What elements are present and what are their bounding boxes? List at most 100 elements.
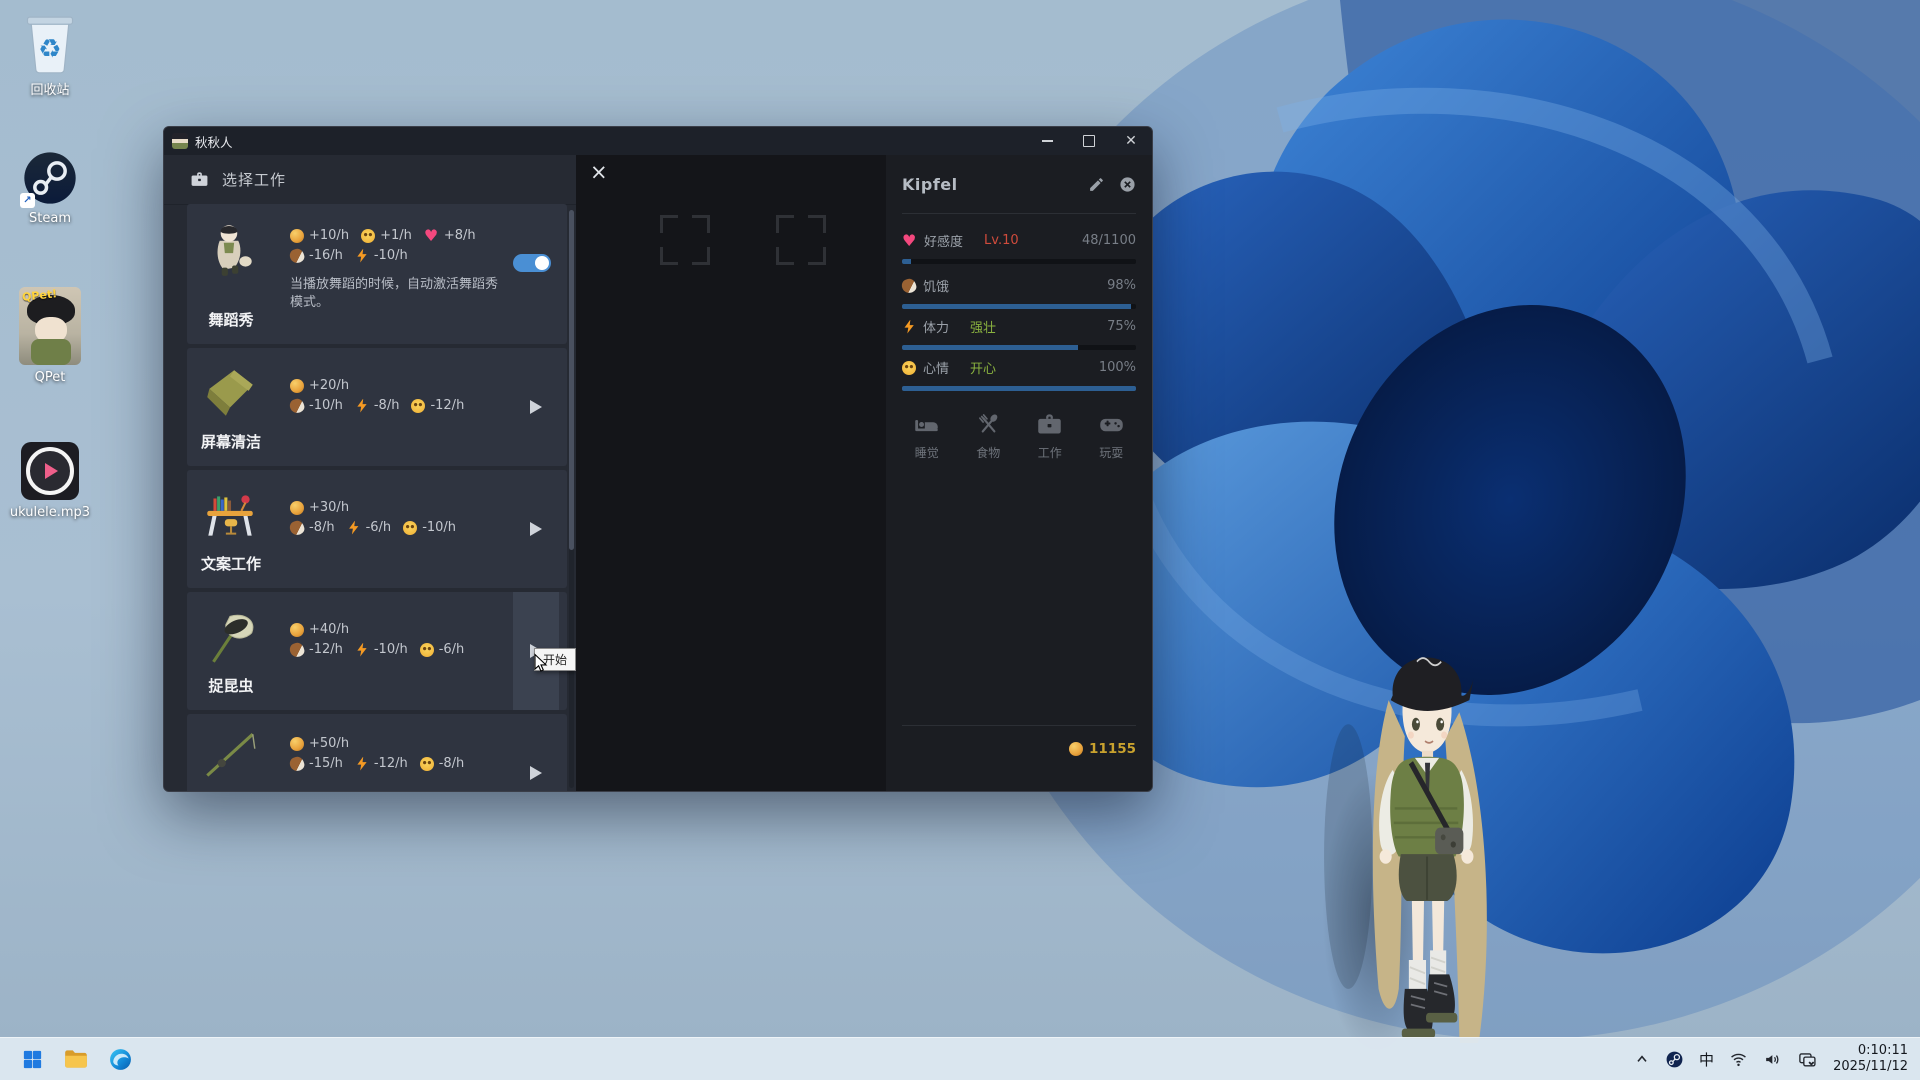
mood-icon bbox=[361, 229, 375, 243]
desktop-icon-qpet[interactable]: QPet! QPet bbox=[2, 287, 98, 385]
scrollbar-thumb[interactable] bbox=[569, 210, 574, 550]
towel-job-icon bbox=[199, 362, 261, 424]
stat-label: 饥饿 bbox=[923, 276, 949, 295]
money-value: 11155 bbox=[1089, 741, 1136, 757]
play-button[interactable]: 玩耍 bbox=[1081, 411, 1143, 461]
job-card-dance[interactable]: 舞蹈秀 +10/h +1/h +8/h -16/h -10/h bbox=[187, 204, 567, 344]
stat-label: 体力 bbox=[923, 317, 949, 336]
food-button[interactable]: 食物 bbox=[958, 411, 1020, 461]
mood-bar bbox=[902, 386, 1136, 391]
stat-value: -8/h bbox=[309, 520, 335, 535]
photos-sync-icon[interactable] bbox=[1797, 1050, 1817, 1069]
money-icon bbox=[290, 229, 304, 243]
tray-chevron-icon[interactable] bbox=[1634, 1051, 1650, 1067]
sleep-button[interactable]: 睡觉 bbox=[896, 411, 958, 461]
job-list-scrollbar[interactable] bbox=[569, 210, 574, 788]
dance-job-icon bbox=[199, 218, 261, 280]
job-card-partial[interactable]: +50/h -15/h -12/h -8/h bbox=[187, 714, 567, 791]
ime-indicator[interactable]: 中 bbox=[1699, 1049, 1714, 1070]
desktop: ♻ 回收站 ↗ Steam QPet! QPet bbox=[0, 0, 1920, 1080]
close-button[interactable]: ✕ bbox=[1110, 127, 1152, 155]
volume-icon[interactable] bbox=[1763, 1050, 1782, 1069]
stat-chip: -10/h bbox=[290, 398, 343, 413]
heart-icon bbox=[902, 234, 917, 248]
remove-pet-icon[interactable] bbox=[1119, 176, 1136, 193]
stat-label: 心情 bbox=[923, 358, 949, 377]
money-icon bbox=[290, 737, 304, 751]
edit-pet-name-icon[interactable] bbox=[1088, 176, 1105, 193]
start-tooltip: 开始 bbox=[534, 648, 576, 671]
auto-dance-toggle[interactable] bbox=[513, 254, 551, 272]
wifi-icon[interactable] bbox=[1729, 1051, 1748, 1068]
taskbar-clock[interactable]: 0:10:11 2025/11/12 bbox=[1833, 1043, 1908, 1075]
window-app-icon bbox=[172, 133, 188, 149]
action-label: 玩耍 bbox=[1099, 444, 1123, 461]
heart-icon bbox=[424, 229, 439, 243]
stat-value: +8/h bbox=[444, 228, 476, 243]
qpet-thumbnail: QPet! bbox=[19, 287, 81, 365]
stat-value: -12/h bbox=[430, 398, 464, 413]
stat-chip: +20/h bbox=[290, 378, 349, 393]
desktop-icon-recycle-bin[interactable]: ♻ 回收站 bbox=[2, 10, 98, 98]
hunger-bar bbox=[902, 304, 1136, 309]
stat-value: 100% bbox=[1099, 360, 1136, 375]
file-explorer-button[interactable] bbox=[62, 1045, 90, 1073]
accessory-slot-1[interactable] bbox=[660, 215, 710, 265]
pet-character-sprite bbox=[1318, 628, 1530, 1043]
pet-status-panel: Kipfel 好感度 Lv.10 48/1100 bbox=[886, 155, 1152, 791]
food-icon bbox=[900, 277, 918, 295]
food-icon bbox=[288, 519, 306, 537]
food-icon bbox=[288, 247, 306, 265]
stat-value: -10/h bbox=[374, 642, 408, 657]
job-name: 文案工作 bbox=[187, 553, 275, 574]
accessory-slot-2[interactable] bbox=[776, 215, 826, 265]
edge-browser-button[interactable] bbox=[106, 1045, 134, 1073]
stat-chip: +40/h bbox=[290, 622, 349, 637]
maximize-button[interactable] bbox=[1068, 127, 1110, 155]
job-card-writing[interactable]: 文案工作 +30/h -8/h -6/h -10/h bbox=[187, 470, 567, 588]
desktop-icon-label: QPet bbox=[2, 370, 98, 385]
stat-chip: -6/h bbox=[347, 520, 392, 535]
preview-close-button[interactable]: × bbox=[590, 161, 608, 183]
job-name: 舞蹈秀 bbox=[187, 309, 275, 330]
stat-chip: -8/h bbox=[420, 756, 465, 771]
stat-row-hunger: 饥饿 98% bbox=[902, 276, 1136, 309]
minimize-button[interactable] bbox=[1026, 127, 1068, 155]
steam-tray-icon[interactable] bbox=[1665, 1050, 1684, 1069]
stat-value: +20/h bbox=[309, 378, 349, 393]
clock-date: 2025/11/12 bbox=[1833, 1059, 1908, 1075]
svg-text:♻: ♻ bbox=[38, 34, 61, 64]
start-button[interactable] bbox=[18, 1045, 46, 1073]
job-card-insects[interactable]: 捉昆虫 +40/h -12/h -10/h -6/h bbox=[187, 592, 567, 710]
job-card-clean[interactable]: 屏幕清洁 +20/h -10/h -8/h -12/h bbox=[187, 348, 567, 466]
mood-icon bbox=[420, 757, 434, 771]
mood-icon bbox=[902, 361, 916, 375]
desktop-pet-character[interactable] bbox=[1318, 628, 1530, 1043]
start-job-button[interactable] bbox=[513, 470, 559, 588]
desktop-icon-ukulele[interactable]: ukulele.mp3 bbox=[2, 442, 98, 520]
stat-chip: -6/h bbox=[420, 642, 465, 657]
desktop-icon-label: ukulele.mp3 bbox=[2, 505, 98, 520]
stat-value: -15/h bbox=[309, 756, 343, 771]
stat-value: 75% bbox=[1107, 319, 1136, 334]
utensils-icon bbox=[975, 411, 1002, 438]
desktop-icon-steam[interactable]: ↗ Steam bbox=[2, 150, 98, 226]
rod-job-icon bbox=[199, 728, 261, 790]
stat-value: -10/h bbox=[422, 520, 456, 535]
bed-icon bbox=[913, 411, 940, 438]
job-panel-header: 选择工作 bbox=[164, 155, 576, 205]
energy-icon bbox=[355, 249, 369, 263]
action-label: 工作 bbox=[1038, 444, 1062, 461]
stat-row-energy: 体力 强壮 75% bbox=[902, 317, 1136, 350]
stat-row-affection: 好感度 Lv.10 48/1100 bbox=[902, 231, 1136, 264]
window-titlebar[interactable]: 秋秋人 ✕ bbox=[164, 127, 1152, 155]
start-job-button[interactable] bbox=[513, 348, 559, 466]
stat-value: -6/h bbox=[366, 520, 392, 535]
work-button[interactable]: 工作 bbox=[1019, 411, 1081, 461]
job-description: 当播放舞蹈的时候，自动激活舞蹈秀模式。 bbox=[290, 276, 508, 312]
food-icon bbox=[288, 397, 306, 415]
mood-icon bbox=[403, 521, 417, 535]
pet-preview-area: × bbox=[576, 155, 887, 791]
pet-app-window: 秋秋人 ✕ 选择工作 bbox=[163, 126, 1153, 792]
start-job-button[interactable] bbox=[513, 714, 559, 791]
